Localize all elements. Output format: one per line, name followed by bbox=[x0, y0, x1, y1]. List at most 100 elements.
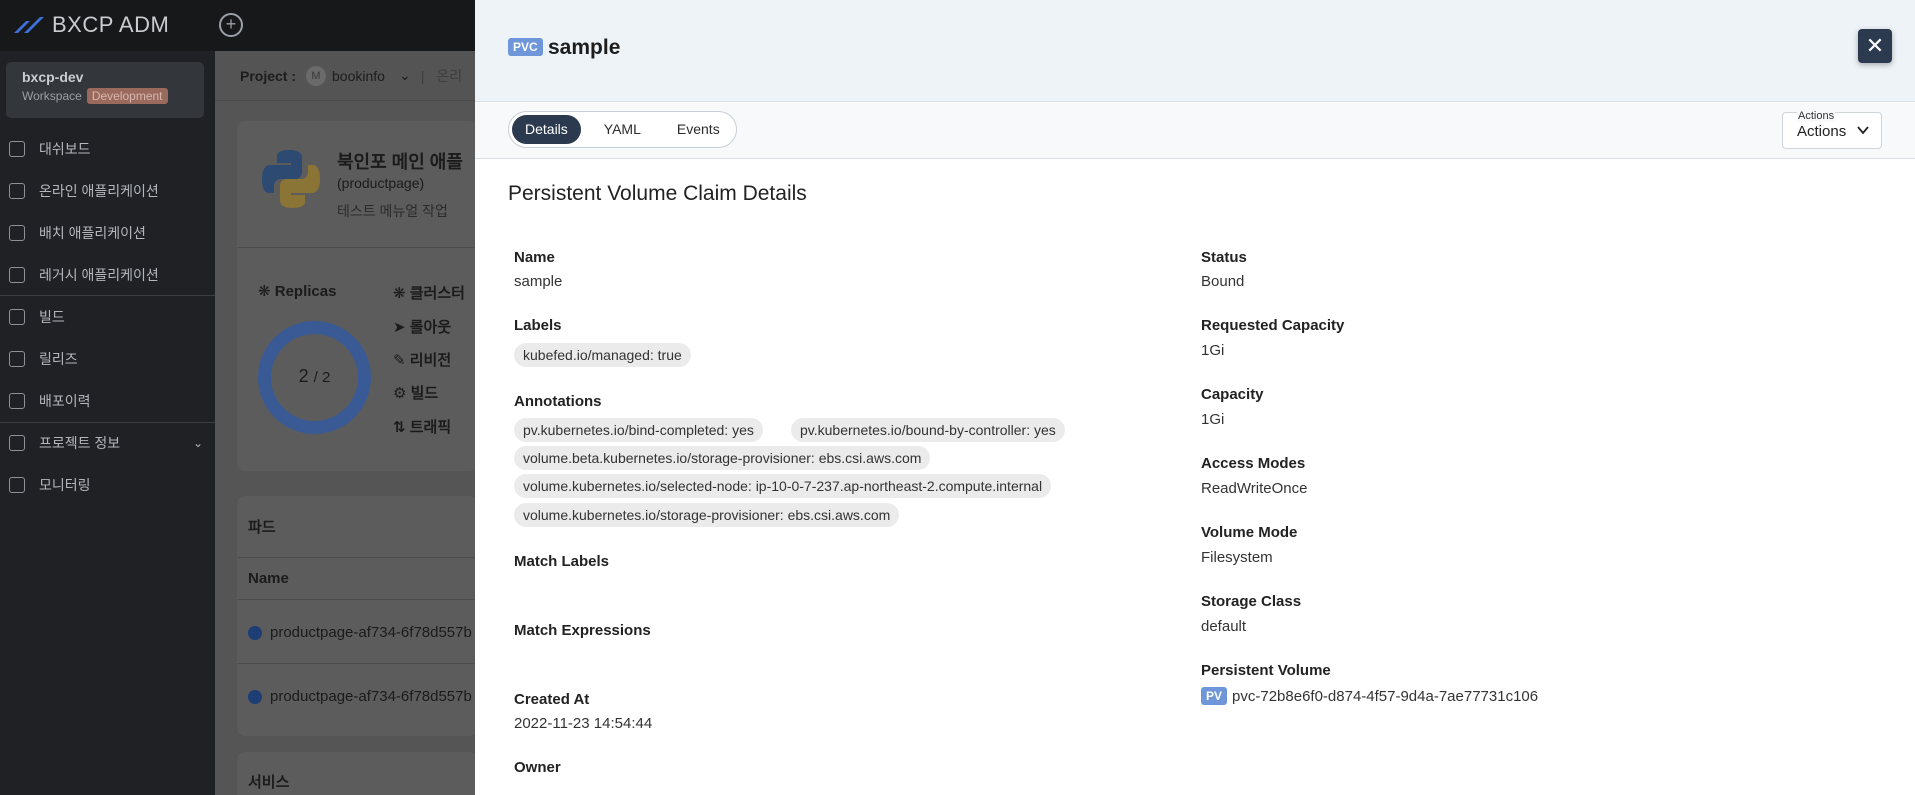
sidebar-item-legacy-app[interactable]: 레거시 애플리케이션 bbox=[0, 256, 215, 294]
app-title: 북인포 메인 애플 bbox=[337, 152, 463, 172]
requested-capacity-label: Requested Capacity bbox=[1201, 317, 1345, 334]
dashboard-icon bbox=[9, 141, 25, 157]
pods-title: 파드 bbox=[248, 519, 276, 536]
pods-divider bbox=[237, 663, 477, 664]
status-dot-icon bbox=[248, 689, 262, 704]
sidebar-item-label: 배치 애플리케이션 bbox=[39, 225, 146, 241]
pods-divider bbox=[237, 599, 477, 600]
project-name[interactable]: bookinfo bbox=[332, 68, 385, 84]
sidebar-item-label: 온라인 애플리케이션 bbox=[39, 183, 159, 199]
sidebar-item-monitoring[interactable]: 모니터링 bbox=[0, 466, 215, 504]
build-link[interactable]: ⚙ 빌드 bbox=[393, 382, 438, 403]
close-button[interactable]: ✕ bbox=[1858, 29, 1892, 63]
sidebar-item-deploy-history[interactable]: 배포이력 bbox=[0, 382, 215, 420]
table-row[interactable]: productpage-af734-6f78d557b bbox=[248, 624, 472, 641]
access-modes-label: Access Modes bbox=[1201, 455, 1306, 472]
volume-mode-label: Volume Mode bbox=[1201, 524, 1298, 541]
online-app-icon bbox=[9, 183, 25, 199]
add-icon[interactable]: + bbox=[219, 13, 243, 37]
traffic-link[interactable]: ⇅ 트래픽 bbox=[393, 416, 451, 437]
workspace-selector[interactable]: bxcp-dev Workspace Development bbox=[6, 62, 204, 118]
tab-details[interactable]: Details bbox=[512, 115, 581, 144]
project-info-icon bbox=[9, 435, 25, 451]
tab-group: Details YAML Events bbox=[508, 111, 737, 148]
app-description: 테스트 메뉴얼 작업 bbox=[337, 203, 448, 219]
sidebar: bxcp-dev Workspace Development 대쉬보드 온라인 … bbox=[0, 51, 215, 795]
labels-label: Labels bbox=[514, 317, 562, 334]
pv-badge: PV bbox=[1201, 687, 1228, 705]
sidebar-item-dashboard[interactable]: 대쉬보드 bbox=[0, 130, 215, 168]
annotation-chip: volume.kubernetes.io/storage-provisioner… bbox=[514, 503, 900, 527]
status-dot-icon bbox=[248, 625, 262, 640]
sidebar-item-online-app[interactable]: 온라인 애플리케이션 bbox=[0, 172, 215, 210]
status-value: Bound bbox=[1201, 273, 1245, 290]
persistent-volume-label: Persistent Volume bbox=[1201, 662, 1331, 679]
chevron-down-icon: ⌄ bbox=[398, 67, 411, 83]
sidebar-item-label: 프로젝트 정보 bbox=[39, 435, 121, 451]
created-at-value: 2022-11-23 14:54:44 bbox=[514, 715, 653, 732]
persistent-volume-link[interactable]: PV pvc-72b8e6f0-d874-4f57-9d4a-7ae77731c1… bbox=[1201, 687, 1538, 705]
app-subtitle: (productpage) bbox=[337, 175, 425, 191]
sidebar-item-label: 레거시 애플리케이션 bbox=[39, 267, 159, 283]
requested-capacity-value: 1Gi bbox=[1201, 342, 1225, 359]
persistent-volume-value: pvc-72b8e6f0-d874-4f57-9d4a-7ae77731c106 bbox=[1232, 688, 1539, 705]
annotation-chip: volume.kubernetes.io/selected-node: ip-1… bbox=[514, 474, 1052, 498]
workspace-env-badge: Development bbox=[86, 88, 168, 104]
tab-yaml[interactable]: YAML bbox=[591, 115, 654, 144]
annotation-chip: pv.kubernetes.io/bound-by-controller: ye… bbox=[791, 418, 1065, 442]
sidebar-divider bbox=[0, 295, 215, 296]
workspace-name: bxcp-dev bbox=[22, 69, 84, 85]
sidebar-item-label: 대쉬보드 bbox=[39, 141, 91, 157]
volume-mode-value: Filesystem bbox=[1201, 549, 1273, 566]
replicas-count: 2 / 2 bbox=[298, 366, 331, 386]
chevron-down-icon: ⌄ bbox=[192, 436, 203, 450]
kind-badge: PVC bbox=[508, 38, 543, 56]
services-title: 서비스 bbox=[248, 774, 290, 791]
section-title: Persistent Volume Claim Details bbox=[508, 182, 807, 205]
created-at-label: Created At bbox=[514, 691, 590, 708]
label-chip: kubefed.io/managed: true bbox=[514, 343, 691, 367]
sidebar-item-release[interactable]: 릴리즈 bbox=[0, 340, 215, 378]
table-row[interactable]: productpage-af734-6f78d557b bbox=[248, 688, 472, 705]
sidebar-item-label: 릴리즈 bbox=[39, 351, 78, 367]
annotation-chip: volume.beta.kubernetes.io/storage-provis… bbox=[514, 446, 931, 470]
app-logo[interactable]: BXCP ADM bbox=[12, 12, 169, 38]
batch-app-icon bbox=[9, 225, 25, 241]
name-label: Name bbox=[514, 249, 555, 266]
tab-events[interactable]: Events bbox=[664, 115, 733, 144]
storage-class-label: Storage Class bbox=[1201, 593, 1302, 610]
deploy-history-icon bbox=[9, 393, 25, 409]
actions-dropdown[interactable]: Actions Actions bbox=[1782, 110, 1882, 149]
rollout-link[interactable]: ➤ 롤아웃 bbox=[393, 316, 451, 337]
annotation-chip: pv.kubernetes.io/bind-completed: yes bbox=[514, 418, 763, 442]
legacy-app-icon bbox=[9, 267, 25, 283]
actions-value: Actions bbox=[1797, 123, 1847, 140]
project-bar: Project : M bookinfo ⌄ | 온리 bbox=[215, 51, 475, 101]
logo-text: BXCP ADM bbox=[52, 12, 170, 37]
sidebar-item-label: 빌드 bbox=[39, 309, 65, 325]
chevron-down-icon bbox=[1857, 126, 1869, 135]
annotations-label: Annotations bbox=[514, 393, 602, 410]
sidebar-item-project-info[interactable]: 프로젝트 정보 ⌄ bbox=[0, 424, 215, 462]
project-extra: 온리 bbox=[436, 67, 463, 84]
drawer-header: PVC sample ✕ bbox=[475, 0, 1915, 102]
project-avatar: M bbox=[306, 65, 327, 86]
status-label: Status bbox=[1201, 249, 1247, 266]
workspace-label: Workspace bbox=[22, 89, 82, 103]
card-divider bbox=[237, 247, 477, 248]
sidebar-item-batch-app[interactable]: 배치 애플리케이션 bbox=[0, 214, 215, 252]
cluster-link[interactable]: ❋ 클러스터 bbox=[393, 282, 465, 303]
sidebar-item-build[interactable]: 빌드 bbox=[0, 298, 215, 336]
capacity-label: Capacity bbox=[1201, 386, 1264, 403]
python-logo-icon bbox=[262, 150, 320, 208]
match-expressions-label: Match Expressions bbox=[514, 622, 651, 639]
name-value: sample bbox=[514, 273, 563, 290]
match-labels-label: Match Labels bbox=[514, 553, 610, 570]
pod-name: productpage-af734-6f78d557b bbox=[270, 688, 472, 705]
pod-name: productpage-af734-6f78d557b bbox=[270, 624, 472, 641]
project-label: Project : bbox=[240, 67, 297, 84]
owner-label: Owner bbox=[514, 759, 561, 776]
revision-link[interactable]: ✎ 리비전 bbox=[393, 349, 451, 370]
replicas-label: ❋ Replicas bbox=[258, 283, 337, 300]
drawer-toolbar: Details YAML Events Actions Actions bbox=[475, 103, 1915, 159]
